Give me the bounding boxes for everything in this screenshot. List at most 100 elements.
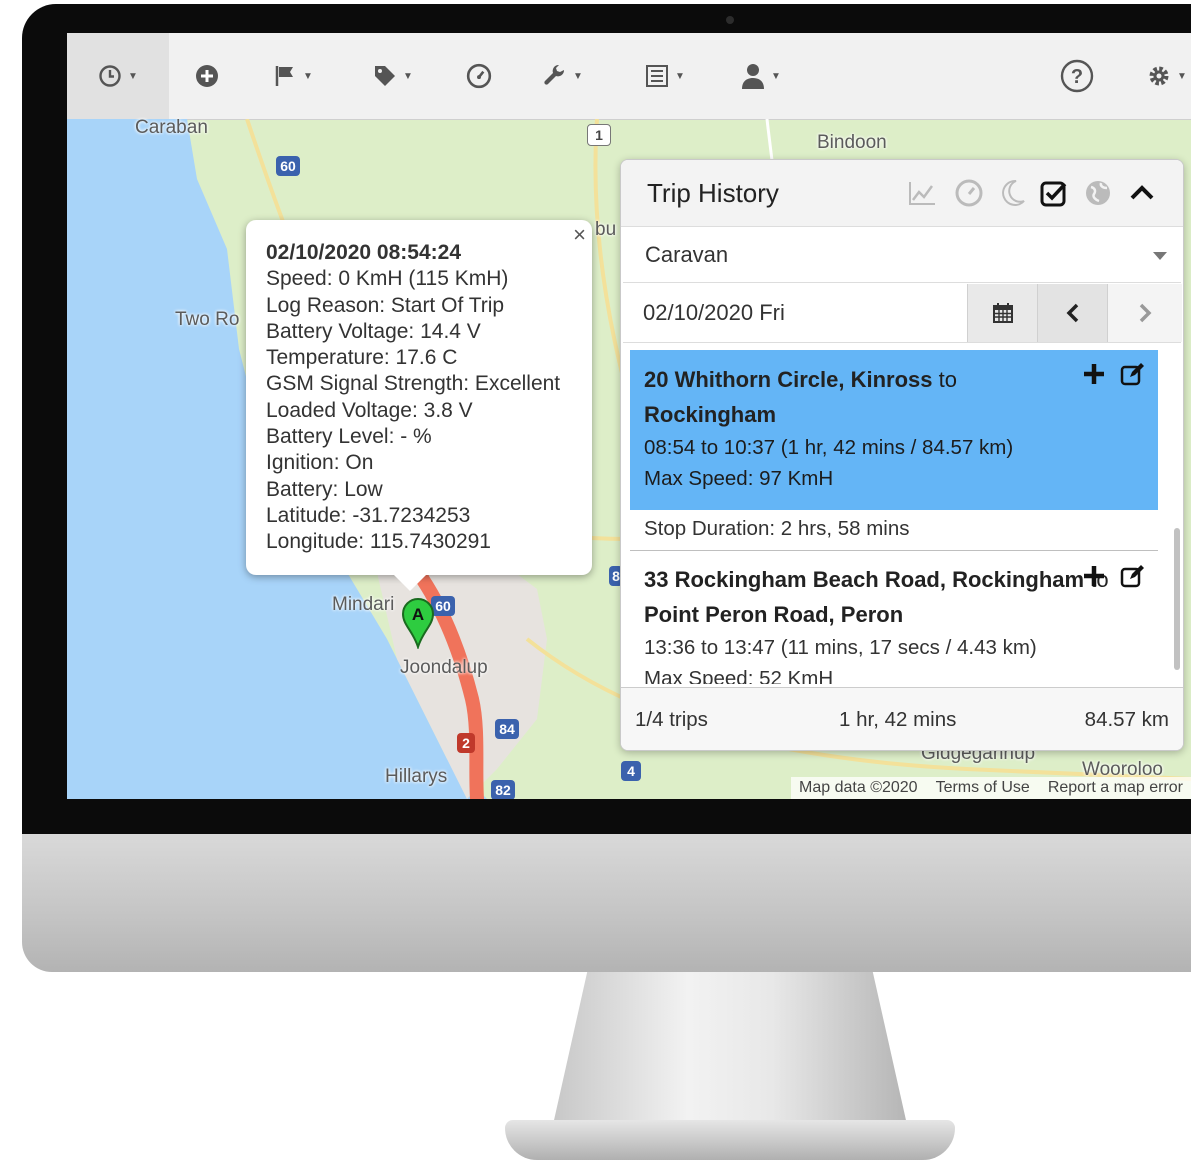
plus-icon[interactable] [1082,564,1106,588]
map-info-popup: × 02/10/2020 08:54:24 Speed: 0 KmH (115 … [246,220,592,591]
tag-menu-button[interactable]: ▼ [363,33,423,119]
popup-timestamp: 02/10/2020 08:54:24 [266,241,461,264]
trip-connector: to [938,367,957,392]
wrench-icon [544,64,565,85]
map-label: Joondalup [400,657,488,678]
globe-icon[interactable] [1083,178,1113,208]
popup-line: Longitude: 115.7430291 [266,530,491,554]
report-error-link[interactable]: Report a map error [1048,779,1183,797]
chevron-right-icon [1139,303,1152,323]
chevron-up-icon[interactable] [1127,178,1157,208]
line-chart-icon[interactable] [907,178,937,208]
trip-times: 08:54 to 10:37 (1 hr, 42 mins / 84.57 km… [644,436,1014,459]
popup-line: Latitude: -31.7234253 [266,503,471,527]
vehicle-select[interactable]: Caravan [623,228,1181,283]
edit-icon[interactable] [1120,362,1146,386]
settings-menu-button[interactable]: ▼ [1139,33,1191,119]
chevron-down-icon: ▼ [771,70,781,82]
trip-item[interactable]: 33 Rockingham Beach Road, Rockingham to … [630,552,1158,684]
reports-menu-button[interactable]: ▼ [635,33,695,119]
chevron-down-icon: ▼ [1177,70,1187,82]
total-distance: 84.57 km [1084,708,1169,731]
trip-route: 33 Rockingham Beach Road, Rockingham to … [644,562,1144,632]
chevron-down-icon: ▼ [403,70,413,82]
monitor-chin [22,834,1191,972]
date-input[interactable]: 02/10/2020 Fri [643,300,785,326]
popup-line: Battery Voltage: 14.4 V [266,319,481,343]
dashboard-button[interactable] [459,33,499,119]
list-icon [646,65,669,87]
calendar-icon [993,303,1013,323]
moon-icon[interactable] [997,178,1027,208]
route-shield: 82 [491,780,515,799]
trip-max-speed: Max Speed: 97 KmH [644,467,834,490]
popup-details: 02/10/2020 08:54:24 Speed: 0 KmH (115 Km… [266,240,560,556]
trip-from: 20 Whithorn Circle, Kinross [644,367,933,392]
calendar-button[interactable] [967,284,1038,342]
trip-route: 20 Whithorn Circle, Kinross to Rockingha… [644,362,1144,432]
panel-header: Trip History [621,160,1183,227]
map-label: Hillarys [385,766,448,787]
help-button[interactable]: ? [1055,33,1099,119]
popup-line: Battery: Low [266,477,383,501]
speedometer-icon [466,63,492,89]
tools-menu-button[interactable]: ▼ [533,33,593,119]
total-duration: 1 hr, 42 mins [839,708,957,731]
plus-circle-icon [196,65,218,87]
plus-icon[interactable] [1082,362,1106,386]
clock-icon [99,65,121,87]
vehicle-value: Caravan [645,242,729,267]
panel-footer: 1/4 trips 1 hr, 42 mins 84.57 km [621,687,1183,750]
chevron-left-icon [1066,303,1079,323]
gear-icon [1149,66,1169,86]
map-label: bu [595,219,617,240]
tag-icon [375,66,396,86]
popup-line: GSM Signal Strength: Excellent [266,372,561,396]
route-shield: 4 [621,761,641,781]
route-shield: 60 [276,156,300,176]
trip-times: 13:36 to 13:47 (11 mins, 17 secs / 4.43 … [644,636,1037,659]
trip-from: 33 Rockingham Beach Road, Rockingham [644,567,1085,592]
stop-duration-text: Stop Duration: 2 hrs, 58 mins [644,517,910,540]
monitor-stand [553,972,907,1122]
popup-line: Ignition: On [266,451,374,475]
terms-link[interactable]: Terms of Use [936,779,1030,797]
close-icon[interactable]: × [573,222,586,248]
popup-line: Speed: 0 KmH (115 KmH) [266,267,509,291]
flag-menu-button[interactable]: ▼ [263,33,323,119]
trip-item[interactable]: 20 Whithorn Circle, Kinross to Rockingha… [630,350,1158,510]
route-shield: 2 [457,733,475,753]
history-menu-button[interactable]: ▼ [67,33,169,119]
check-square-icon[interactable] [1039,178,1069,208]
caret-down-icon [1153,252,1167,260]
map-attribution: Map data ©2020 Terms of Use Report a map… [791,777,1191,799]
route-shield: 84 [495,719,519,739]
user-icon [742,64,765,89]
marker-label: A [412,605,424,624]
chevron-down-icon: ▼ [675,70,685,82]
user-menu-button[interactable]: ▼ [731,33,791,119]
svg-text:?: ? [1071,66,1083,88]
map-label: Caraban [135,117,208,138]
start-marker-icon[interactable]: A [401,597,435,649]
add-button[interactable] [179,33,235,119]
map-data-text: Map data ©2020 [799,779,918,796]
previous-day-button[interactable] [1037,284,1108,342]
speedometer-icon[interactable] [954,178,984,208]
date-row: 02/10/2020 Fri [623,284,1182,343]
screen: ▼ ▼ ▼ ▼ ▼ ▼ ? ▼ Caraban Bindoon Two Ro M… [67,33,1191,799]
route-shield: 1 [587,124,611,146]
edit-icon[interactable] [1120,564,1146,588]
chevron-down-icon: ▼ [303,70,313,82]
toolbar: ▼ ▼ ▼ ▼ ▼ ▼ ? ▼ [67,33,1191,120]
popup-pointer [394,575,426,591]
flag-icon [275,66,294,86]
map-label: Bindoon [817,132,887,153]
camera [726,16,734,24]
popup-line: Battery Level: - % [266,425,432,449]
monitor-base [505,1120,955,1160]
next-day-button[interactable] [1107,284,1182,342]
scrollbar[interactable] [1174,528,1180,670]
trip-to: Rockingham [644,402,777,427]
map-label: Mindari [332,594,395,615]
